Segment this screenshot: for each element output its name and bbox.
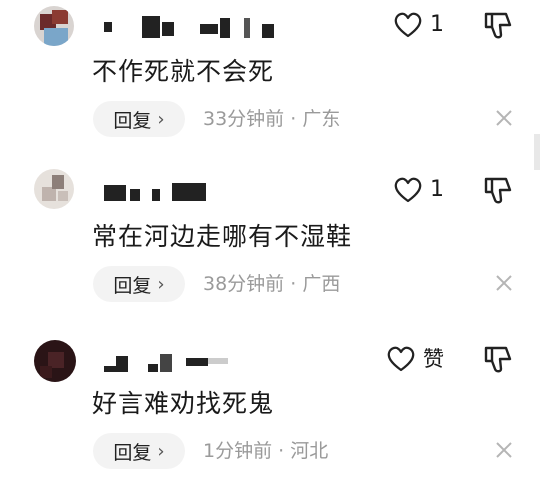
chevron-right-icon: › — [157, 108, 165, 130]
close-icon[interactable] — [494, 273, 514, 293]
comment-time: 33分钟前 — [203, 108, 285, 130]
comment-location: 广西 — [302, 273, 341, 295]
heart-outline-icon — [394, 177, 422, 203]
thumbs-down-outline-icon[interactable] — [482, 343, 516, 375]
reply-label: 回复 — [113, 274, 152, 297]
meta-separator: · — [290, 108, 297, 130]
comment-item: 赞 好言难劝找死鬼 回复 › 1分钟前 · 河北 — [0, 332, 540, 482]
like-count: 1 — [430, 177, 444, 202]
reply-button[interactable]: 回复 › — [93, 433, 185, 469]
reply-button[interactable]: 回复 › — [93, 101, 185, 137]
reply-label: 回复 — [113, 441, 152, 464]
heart-outline-icon — [394, 12, 422, 38]
reply-button[interactable]: 回复 › — [93, 266, 185, 302]
comment-location: 广东 — [302, 108, 341, 130]
like-label: 赞 — [423, 346, 444, 371]
reply-label: 回复 — [113, 109, 152, 132]
comment-text: 常在河边走哪有不湿鞋 — [92, 222, 353, 251]
meta-separator: · — [278, 440, 285, 462]
comment-time: 1分钟前 — [203, 440, 273, 462]
avatar[interactable] — [34, 169, 74, 209]
thumbs-down-outline-icon[interactable] — [482, 174, 516, 206]
avatar[interactable] — [34, 6, 74, 46]
like-button[interactable]: 赞 — [387, 344, 444, 374]
comment-text: 不作死就不会死 — [92, 57, 275, 86]
comment-meta: 33分钟前 · 广东 — [203, 104, 340, 134]
username-redacted[interactable] — [104, 179, 304, 205]
username-redacted[interactable] — [104, 14, 304, 40]
comment-location: 河北 — [290, 440, 329, 462]
thumbs-down-outline-icon[interactable] — [482, 9, 516, 41]
like-button[interactable]: 1 — [394, 10, 444, 40]
like-count: 1 — [430, 12, 444, 37]
chevron-right-icon: › — [157, 273, 165, 295]
heart-outline-icon — [387, 346, 415, 372]
close-icon[interactable] — [494, 440, 514, 460]
chevron-right-icon: › — [157, 440, 165, 462]
close-icon[interactable] — [494, 108, 514, 128]
comment-meta: 1分钟前 · 河北 — [203, 436, 328, 466]
meta-separator: · — [290, 273, 297, 295]
username-redacted[interactable] — [104, 348, 304, 374]
avatar[interactable] — [34, 340, 76, 382]
like-button[interactable]: 1 — [394, 175, 444, 205]
comment-item: 1 不作死就不会死 回复 › 33分钟前 · 广东 — [0, 0, 540, 170]
comment-time: 38分钟前 — [203, 273, 285, 295]
comment-meta: 38分钟前 · 广西 — [203, 269, 340, 299]
comment-text: 好言难劝找死鬼 — [92, 389, 275, 418]
comment-item: 1 常在河边走哪有不湿鞋 回复 › 38分钟前 · 广西 — [0, 165, 540, 315]
